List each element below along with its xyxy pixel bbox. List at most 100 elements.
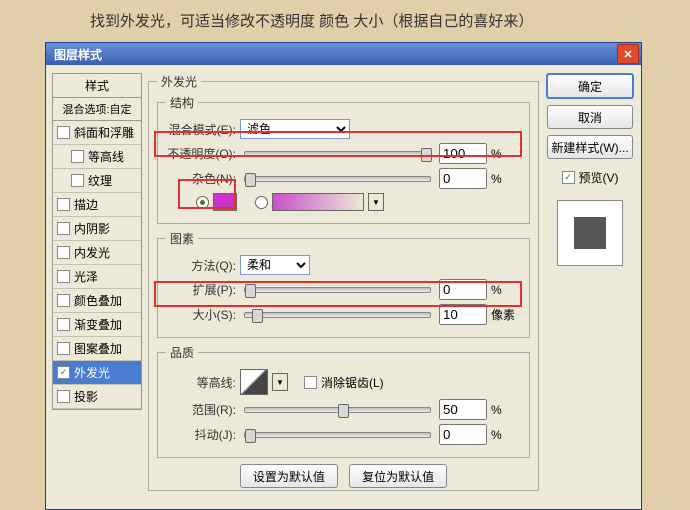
- style-item-7[interactable]: 颜色叠加: [53, 289, 141, 313]
- style-item-6[interactable]: 光泽: [53, 265, 141, 289]
- style-label: 描边: [74, 196, 98, 213]
- style-item-10[interactable]: ✓ 外发光: [53, 361, 141, 385]
- elements-group: 图素 方法(Q): 柔和 扩展(P): % 大小(S):: [157, 230, 530, 338]
- preview-checkbox[interactable]: ✓: [562, 171, 575, 184]
- new-style-button[interactable]: 新建样式(W)...: [547, 135, 633, 159]
- action-column: 确定 取消 新建样式(W)... ✓ 预览(V): [539, 73, 635, 497]
- style-label: 颜色叠加: [74, 292, 122, 309]
- contour-chevron-icon[interactable]: ▼: [272, 373, 288, 391]
- size-label: 大小(S):: [166, 306, 236, 323]
- opacity-label: 不透明度(O):: [166, 145, 236, 162]
- style-label: 内阴影: [74, 220, 110, 237]
- style-label: 外发光: [74, 364, 110, 381]
- blending-options[interactable]: 混合选项:自定: [52, 98, 142, 121]
- spread-label: 扩展(P):: [166, 281, 236, 298]
- opacity-unit: %: [491, 147, 521, 161]
- style-item-4[interactable]: 内阴影: [53, 217, 141, 241]
- size-unit: 像素: [491, 306, 521, 323]
- structure-legend: 结构: [166, 94, 198, 111]
- style-checkbox[interactable]: [57, 294, 70, 307]
- style-checkbox[interactable]: ✓: [57, 366, 70, 379]
- style-label: 光泽: [74, 268, 98, 285]
- style-checkbox[interactable]: [71, 150, 84, 163]
- jitter-label: 抖动(J):: [166, 426, 236, 443]
- style-label: 渐变叠加: [74, 316, 122, 333]
- method-select[interactable]: 柔和: [240, 255, 310, 275]
- noise-unit: %: [491, 172, 521, 186]
- style-item-9[interactable]: 图案叠加: [53, 337, 141, 361]
- style-checkbox[interactable]: [57, 342, 70, 355]
- titlebar[interactable]: 图层样式 ✕: [46, 43, 641, 65]
- jitter-unit: %: [491, 428, 521, 442]
- gradient-swatch[interactable]: [272, 193, 364, 211]
- style-label: 等高线: [88, 148, 124, 165]
- style-item-0[interactable]: 斜面和浮雕: [53, 121, 141, 145]
- style-checkbox[interactable]: [57, 390, 70, 403]
- style-label: 内发光: [74, 244, 110, 261]
- structure-group: 结构 混合模式(E): 滤色 不透明度(O): % 杂色(N):: [157, 94, 530, 224]
- style-checkbox[interactable]: [57, 318, 70, 331]
- outer-glow-fieldset: 外发光 结构 混合模式(E): 滤色 不透明度(O): % 杂色(N):: [148, 73, 539, 491]
- style-item-5[interactable]: 内发光: [53, 241, 141, 265]
- spread-slider[interactable]: [244, 287, 431, 293]
- size-input[interactable]: [439, 304, 487, 325]
- settings-panel: 外发光 结构 混合模式(E): 滤色 不透明度(O): % 杂色(N):: [142, 73, 539, 497]
- style-item-2[interactable]: 纹理: [53, 169, 141, 193]
- contour-picker[interactable]: [240, 369, 268, 395]
- cancel-button[interactable]: 取消: [547, 105, 633, 129]
- contour-label: 等高线:: [166, 374, 236, 391]
- jitter-input[interactable]: [439, 424, 487, 445]
- blend-mode-label: 混合模式(E):: [166, 121, 236, 138]
- antialias-label: 消除锯齿(L): [321, 374, 384, 391]
- preview-box: [557, 200, 623, 266]
- gradient-radio[interactable]: [255, 196, 268, 209]
- elements-legend: 图素: [166, 230, 198, 247]
- quality-group: 品质 等高线: ▼ 消除锯齿(L) 范围(R): %: [157, 344, 530, 458]
- opacity-slider[interactable]: [244, 151, 431, 157]
- style-item-3[interactable]: 描边: [53, 193, 141, 217]
- range-input[interactable]: [439, 399, 487, 420]
- quality-legend: 品质: [166, 344, 198, 361]
- color-swatch[interactable]: [213, 193, 237, 211]
- styles-sidebar: 样式 混合选项:自定 斜面和浮雕等高线纹理描边内阴影内发光光泽颜色叠加渐变叠加图…: [52, 73, 142, 497]
- layer-style-dialog: 图层样式 ✕ 样式 混合选项:自定 斜面和浮雕等高线纹理描边内阴影内发光光泽颜色…: [45, 42, 642, 510]
- opacity-input[interactable]: [439, 143, 487, 164]
- style-item-1[interactable]: 等高线: [53, 145, 141, 169]
- ok-button[interactable]: 确定: [546, 73, 634, 99]
- close-icon: ✕: [623, 48, 632, 61]
- preview-square: [574, 217, 606, 249]
- spread-unit: %: [491, 283, 521, 297]
- style-item-8[interactable]: 渐变叠加: [53, 313, 141, 337]
- style-checkbox[interactable]: [57, 126, 70, 139]
- close-button[interactable]: ✕: [617, 44, 639, 64]
- style-label: 投影: [74, 388, 98, 405]
- style-checkbox[interactable]: [57, 222, 70, 235]
- blend-mode-select[interactable]: 滤色: [240, 119, 350, 139]
- style-label: 纹理: [88, 172, 112, 189]
- style-checkbox[interactable]: [71, 174, 84, 187]
- noise-label: 杂色(N):: [166, 170, 236, 187]
- styles-header[interactable]: 样式: [52, 73, 142, 98]
- range-slider[interactable]: [244, 407, 431, 413]
- spread-input[interactable]: [439, 279, 487, 300]
- color-radio[interactable]: [196, 196, 209, 209]
- size-slider[interactable]: [244, 312, 431, 318]
- style-checkbox[interactable]: [57, 270, 70, 283]
- range-label: 范围(R):: [166, 401, 236, 418]
- make-default-button[interactable]: 设置为默认值: [240, 464, 338, 488]
- noise-input[interactable]: [439, 168, 487, 189]
- method-label: 方法(Q):: [166, 257, 236, 274]
- reset-default-button[interactable]: 复位为默认值: [349, 464, 447, 488]
- style-checkbox[interactable]: [57, 246, 70, 259]
- preview-label: 预览(V): [579, 169, 619, 186]
- style-checkbox[interactable]: [57, 198, 70, 211]
- gradient-chevron-icon[interactable]: ▼: [368, 193, 384, 211]
- jitter-slider[interactable]: [244, 432, 431, 438]
- style-label: 斜面和浮雕: [74, 124, 134, 141]
- noise-slider[interactable]: [244, 176, 431, 182]
- panel-title: 外发光: [157, 73, 201, 90]
- style-item-11[interactable]: 投影: [53, 385, 141, 409]
- antialias-checkbox[interactable]: [304, 376, 317, 389]
- instruction-text: 找到外发光，可适当修改不透明度 颜色 大小（根据自己的喜好来）: [0, 0, 690, 42]
- dialog-title: 图层样式: [54, 46, 102, 63]
